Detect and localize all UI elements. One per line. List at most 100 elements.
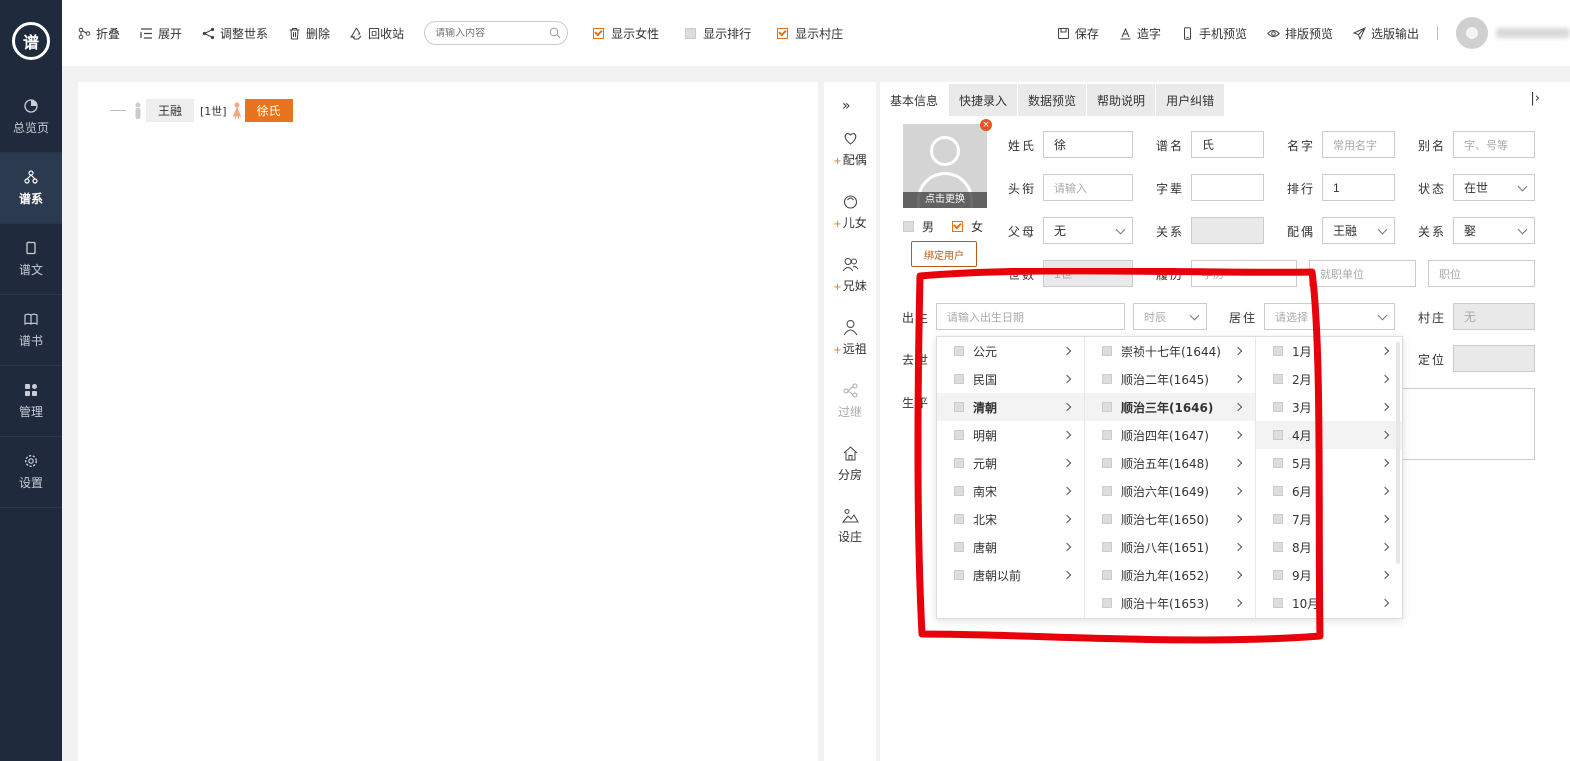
- option-checkbox[interactable]: [1273, 402, 1283, 412]
- option-checkbox[interactable]: [954, 570, 964, 580]
- gender-male[interactable]: 男: [903, 218, 934, 235]
- cascader-option[interactable]: 5月: [1256, 449, 1402, 477]
- tree-person-name[interactable]: 王融: [146, 99, 195, 122]
- spouse-select[interactable]: 王融: [1322, 217, 1395, 244]
- bind-user-button[interactable]: 绑定用户: [911, 241, 977, 267]
- tree-spouse-name[interactable]: 徐氏: [244, 99, 293, 122]
- option-checkbox[interactable]: [1102, 374, 1112, 384]
- sidebar-item-text[interactable]: 谱文: [0, 224, 62, 295]
- search-input[interactable]: [435, 27, 546, 39]
- option-checkbox[interactable]: [954, 458, 964, 468]
- residence-select[interactable]: 请选择: [1264, 303, 1395, 330]
- expand-panel-icon[interactable]: »: [842, 98, 851, 114]
- cascader-option[interactable]: 北宋: [937, 505, 1084, 533]
- surname-input[interactable]: 徐: [1043, 131, 1133, 158]
- cascader-option[interactable]: 顺治六年(1649): [1085, 477, 1255, 505]
- cascader-option[interactable]: 明朝: [937, 421, 1084, 449]
- rank-input[interactable]: 1: [1322, 174, 1395, 201]
- option-checkbox[interactable]: [1273, 514, 1283, 524]
- layout-preview-button[interactable]: 排版预览: [1257, 0, 1343, 66]
- option-checkbox[interactable]: [1273, 374, 1283, 384]
- pu-name-input[interactable]: 氏: [1191, 131, 1264, 158]
- option-checkbox[interactable]: [1273, 542, 1283, 552]
- shichen-select[interactable]: 时辰: [1133, 303, 1207, 330]
- adopt-button[interactable]: 过继: [824, 382, 876, 420]
- option-checkbox[interactable]: [1102, 542, 1112, 552]
- cascader-option[interactable]: 7月: [1256, 505, 1402, 533]
- app-logo[interactable]: 谱: [0, 0, 62, 82]
- option-checkbox[interactable]: [954, 514, 964, 524]
- cascader-option[interactable]: 民国: [937, 365, 1084, 393]
- sidebar-item-manage[interactable]: 管理: [0, 366, 62, 437]
- option-checkbox[interactable]: [1102, 514, 1112, 524]
- save-button[interactable]: 保存: [1047, 0, 1109, 66]
- add-children-button[interactable]: +儿女: [824, 193, 876, 231]
- sidebar-item-lineage[interactable]: 谱系: [0, 153, 62, 224]
- show-village-toggle[interactable]: 显示村庄: [764, 25, 856, 42]
- female-checkbox[interactable]: [952, 221, 964, 232]
- make-char-button[interactable]: 造字: [1109, 0, 1171, 66]
- option-checkbox[interactable]: [1273, 430, 1283, 440]
- show-female-toggle[interactable]: 显示女性: [580, 25, 672, 42]
- option-checkbox[interactable]: [954, 374, 964, 384]
- month-column-scrollbar[interactable]: [1396, 342, 1400, 564]
- option-checkbox[interactable]: [1273, 346, 1283, 356]
- cascader-option[interactable]: 3月: [1256, 393, 1402, 421]
- cascader-option[interactable]: 9月: [1256, 561, 1402, 589]
- status-select[interactable]: 在世: [1453, 174, 1535, 201]
- work-unit-input[interactable]: 就职单位: [1309, 260, 1416, 287]
- parent-select[interactable]: 无: [1043, 217, 1133, 244]
- cascader-option[interactable]: 崇祯十七年(1644): [1085, 337, 1255, 365]
- option-checkbox[interactable]: [1273, 486, 1283, 496]
- add-spouse-button[interactable]: +配偶: [824, 130, 876, 168]
- cascader-option[interactable]: 1月: [1256, 337, 1402, 365]
- show-village-checkbox[interactable]: [777, 27, 789, 39]
- cascader-option[interactable]: 元朝: [937, 449, 1084, 477]
- male-checkbox[interactable]: [903, 221, 914, 232]
- sidebar-item-book[interactable]: 谱书: [0, 295, 62, 366]
- tab-data-preview[interactable]: 数据预览: [1018, 84, 1087, 116]
- cascader-option[interactable]: 顺治八年(1651): [1085, 533, 1255, 561]
- set-village-button[interactable]: 设庄: [824, 507, 876, 545]
- option-checkbox[interactable]: [1102, 486, 1112, 496]
- zibei-input[interactable]: [1191, 174, 1264, 201]
- cascader-option[interactable]: 清朝: [937, 393, 1084, 421]
- option-checkbox[interactable]: [1102, 430, 1112, 440]
- user-name-blurred[interactable]: [1496, 28, 1570, 38]
- alias-input[interactable]: 字、号等: [1453, 131, 1535, 158]
- recycle-bin-button[interactable]: 回收站: [340, 0, 414, 66]
- adjust-lineage-button[interactable]: 调整世系: [192, 0, 278, 66]
- option-checkbox[interactable]: [954, 542, 964, 552]
- option-checkbox[interactable]: [954, 402, 964, 412]
- cascader-option[interactable]: 2月: [1256, 365, 1402, 393]
- avatar-photo[interactable]: 点击更换: [903, 124, 987, 208]
- cascader-option[interactable]: 顺治二年(1645): [1085, 365, 1255, 393]
- cascader-option[interactable]: 8月: [1256, 533, 1402, 561]
- cascader-option[interactable]: 顺治十年(1653): [1085, 589, 1255, 617]
- add-siblings-button[interactable]: +兄妹: [824, 256, 876, 294]
- spouse-relation-select[interactable]: 娶: [1453, 217, 1535, 244]
- option-checkbox[interactable]: [954, 486, 964, 496]
- add-ancestor-button[interactable]: +远祖: [824, 319, 876, 357]
- birth-date-input[interactable]: 请输入出生日期: [936, 303, 1125, 330]
- export-button[interactable]: 选版输出: [1343, 0, 1429, 66]
- option-checkbox[interactable]: [1102, 458, 1112, 468]
- mobile-preview-button[interactable]: 手机预览: [1171, 0, 1257, 66]
- option-checkbox[interactable]: [1273, 570, 1283, 580]
- option-checkbox[interactable]: [1273, 598, 1283, 608]
- sidebar-item-settings[interactable]: 设置: [0, 437, 62, 508]
- option-checkbox[interactable]: [1102, 402, 1112, 412]
- cascader-option[interactable]: 顺治五年(1648): [1085, 449, 1255, 477]
- show-rank-checkbox[interactable]: [685, 27, 697, 39]
- option-checkbox[interactable]: [1102, 570, 1112, 580]
- tab-basic-info[interactable]: 基本信息: [880, 84, 949, 116]
- gender-female[interactable]: 女: [952, 218, 983, 235]
- cascader-option[interactable]: 10月: [1256, 589, 1402, 617]
- cascader-option[interactable]: 顺治四年(1647): [1085, 421, 1255, 449]
- option-checkbox[interactable]: [1273, 458, 1283, 468]
- cascader-option[interactable]: 顺治三年(1646): [1085, 393, 1255, 421]
- locate-input[interactable]: [1453, 345, 1535, 372]
- cascader-option[interactable]: 唐朝以前: [937, 561, 1084, 589]
- biography-textarea[interactable]: [1400, 388, 1535, 460]
- title-input[interactable]: 请输入: [1043, 174, 1133, 201]
